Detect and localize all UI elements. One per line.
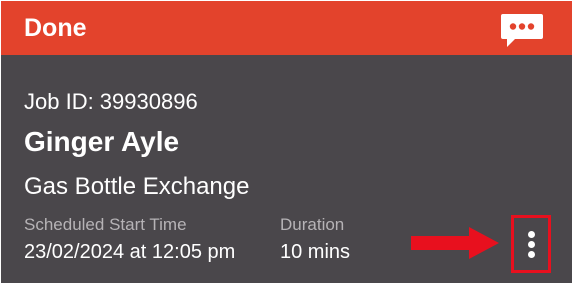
chat-bubble-icon <box>501 14 543 47</box>
annotation-arrow-icon <box>411 227 499 259</box>
customer-name: Ginger Ayle <box>24 126 180 157</box>
duration-label: Duration <box>280 215 345 234</box>
more-options-button[interactable] <box>520 221 544 269</box>
job-status-label: Done <box>24 14 87 42</box>
scheduled-start-label: Scheduled Start Time <box>24 215 187 234</box>
chat-button[interactable] <box>499 11 545 51</box>
vertical-ellipsis-icon <box>528 231 535 238</box>
vertical-ellipsis-dot <box>528 241 535 248</box>
scheduled-start-value: 23/02/2024 at 12:05 pm <box>24 241 236 263</box>
job-card[interactable]: Done Job ID: 39930896 Ginger Ayle Gas Bo… <box>1 1 572 283</box>
service-type: Gas Bottle Exchange <box>24 173 250 200</box>
job-status-header: Done <box>1 1 572 55</box>
duration-value: 10 mins <box>280 241 351 263</box>
job-id: Job ID: 39930896 <box>24 89 198 114</box>
vertical-ellipsis-dot <box>528 251 535 258</box>
